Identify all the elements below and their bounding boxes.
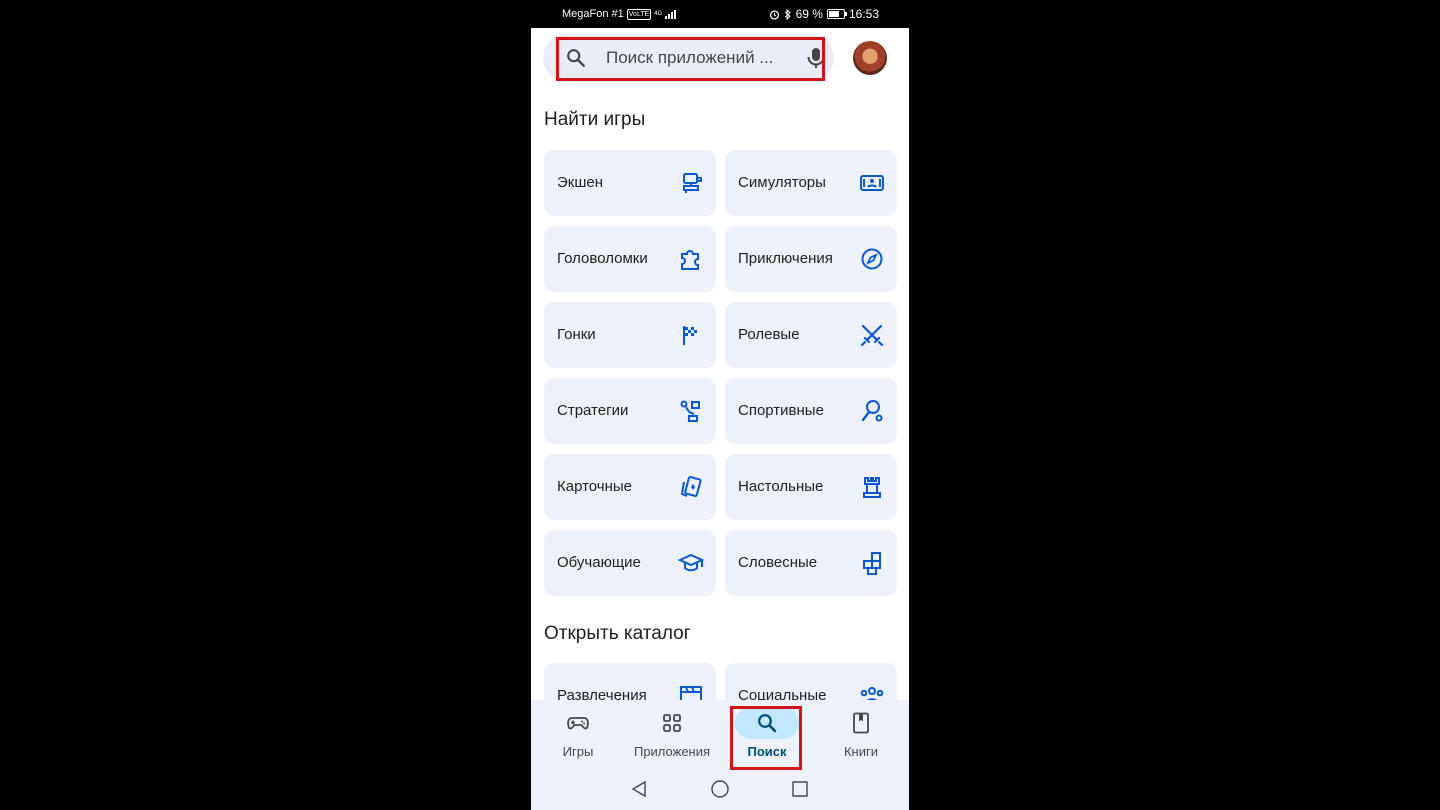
category-word[interactable]: Словесные	[725, 530, 897, 596]
racing-flag-icon	[683, 326, 697, 345]
nav-search-highlight-box	[730, 706, 802, 770]
system-navigation-bar	[531, 778, 909, 800]
category-board[interactable]: Настольные	[725, 454, 897, 520]
carrier-name: MegaFon #1	[562, 8, 624, 20]
category-adventure[interactable]: Приключения	[725, 226, 897, 292]
graduation-cap-icon	[678, 553, 704, 572]
category-label: Симуляторы	[738, 174, 826, 191]
category-label: Гонки	[557, 326, 596, 343]
phone-screen: MegaFon #1 VoLTE 4G 69 % 16:53 Поиск при…	[531, 0, 909, 810]
battery-percent: 69 %	[795, 7, 823, 21]
category-label: Приключения	[738, 250, 833, 267]
strategy-icon	[680, 400, 700, 422]
chess-rook-icon	[863, 477, 881, 498]
word-blocks-icon	[863, 552, 881, 575]
book-icon	[853, 712, 869, 734]
category-racing[interactable]: Гонки	[544, 302, 716, 368]
swords-icon	[860, 324, 884, 347]
network-type: 4G	[654, 11, 663, 17]
action-icon	[683, 173, 702, 193]
battery-icon	[826, 9, 847, 19]
category-label: Карточные	[557, 478, 633, 495]
nav-apps[interactable]: Приложения	[625, 700, 719, 772]
category-label: Ролевые	[738, 326, 800, 343]
alarm-icon	[769, 9, 779, 20]
nav-label: Приложения	[633, 744, 711, 759]
category-label: Головоломки	[557, 250, 648, 267]
category-educational[interactable]: Обучающие	[544, 530, 716, 596]
category-label: Словесные	[738, 554, 818, 571]
avatar[interactable]	[853, 41, 887, 75]
nav-books[interactable]: Книги	[814, 700, 908, 772]
category-label: Настольные	[738, 478, 824, 495]
category-action[interactable]: Экшен	[544, 150, 716, 216]
nav-label: Книги	[843, 744, 879, 759]
category-label: Экшен	[557, 174, 604, 191]
recents-icon[interactable]	[791, 780, 809, 798]
status-bar: MegaFon #1 VoLTE 4G 69 % 16:53	[531, 0, 909, 28]
category-role-playing[interactable]: Ролевые	[725, 302, 897, 368]
cards-icon	[680, 476, 702, 497]
category-card[interactable]: Карточные	[544, 454, 716, 520]
puzzle-icon	[681, 250, 699, 270]
home-icon[interactable]	[710, 779, 730, 799]
category-puzzle[interactable]: Головоломки	[544, 226, 716, 292]
category-label: Спортивные	[738, 402, 824, 419]
gamepad-icon	[567, 717, 589, 730]
section-title-catalog: Открыть каталог	[544, 623, 691, 644]
sport-icon	[861, 400, 883, 422]
bottom-navigation: Игры Приложения Поиск Книги	[531, 700, 909, 810]
search-highlight-box	[556, 37, 825, 81]
bluetooth-icon	[784, 8, 791, 20]
category-strategy[interactable]: Стратегии	[544, 378, 716, 444]
category-simulation[interactable]: Симуляторы	[725, 150, 897, 216]
signal-icon	[665, 9, 677, 19]
section-title-find-games: Найти игры	[544, 109, 646, 130]
compass-icon	[861, 248, 883, 270]
clock: 16:53	[848, 7, 879, 21]
apps-grid-icon	[663, 714, 681, 732]
back-icon[interactable]	[630, 780, 648, 798]
category-label: Обучающие	[557, 554, 641, 571]
category-label: Стратегии	[557, 402, 629, 419]
nav-label: Игры	[562, 744, 594, 759]
simulation-icon	[860, 175, 884, 191]
volte-badge: VoLTE	[626, 8, 652, 20]
category-sports[interactable]: Спортивные	[725, 378, 897, 444]
nav-games[interactable]: Игры	[531, 700, 625, 772]
